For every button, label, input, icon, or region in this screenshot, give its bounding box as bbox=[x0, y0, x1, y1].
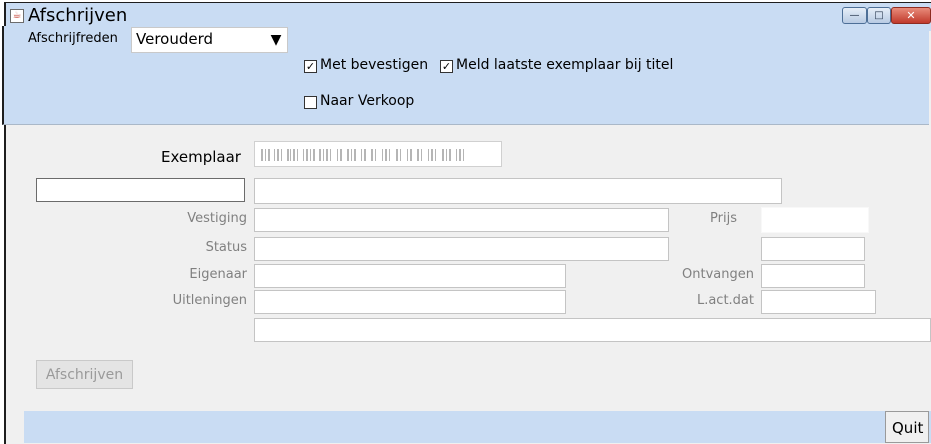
met-bevestigen-label: Met bevestigen bbox=[320, 57, 429, 73]
quit-button[interactable]: Quit bbox=[885, 411, 929, 443]
minimize-icon: — bbox=[849, 10, 860, 21]
meld-laatste-exemplaar-label: Meld laatste exemplaar bij titel bbox=[456, 57, 674, 73]
code-input[interactable] bbox=[36, 178, 245, 202]
exemplaar-label: Exemplaar bbox=[161, 148, 241, 166]
meld-laatste-exemplaar-checkbox[interactable]: ✓ bbox=[440, 60, 453, 73]
prijs-label: Prijs bbox=[710, 211, 737, 226]
window-title: Afschrijven bbox=[28, 5, 128, 26]
vestiging-label: Vestiging bbox=[187, 211, 247, 226]
naar-verkoop-label: Naar Verkoop bbox=[320, 93, 415, 109]
uitleningen-field[interactable] bbox=[254, 290, 566, 314]
barcode-icon bbox=[261, 149, 464, 161]
prijs-field[interactable] bbox=[761, 207, 869, 233]
close-icon: ✕ bbox=[906, 9, 916, 22]
lactdat-label: L.act.dat bbox=[696, 293, 754, 308]
dropdown-arrow-icon[interactable]: ▼ bbox=[265, 28, 287, 52]
minimize-button[interactable]: — bbox=[842, 7, 867, 24]
lactdat-field[interactable] bbox=[761, 290, 876, 314]
close-button[interactable]: ✕ bbox=[891, 7, 931, 24]
vestiging-field[interactable] bbox=[254, 208, 669, 232]
java-cup-icon: ☕ bbox=[10, 9, 24, 23]
maximize-icon: □ bbox=[874, 10, 884, 21]
met-bevestigen-checkbox[interactable]: ✓ bbox=[304, 60, 317, 73]
afschrijfreden-value: Verouderd bbox=[136, 30, 214, 48]
maximize-button[interactable]: □ bbox=[867, 7, 891, 24]
exemplaar-barcode-input[interactable] bbox=[254, 141, 502, 167]
afschrijven-button[interactable]: Afschrijven bbox=[36, 360, 133, 389]
title-field[interactable] bbox=[254, 178, 782, 204]
eigenaar-label: Eigenaar bbox=[189, 267, 247, 282]
bottom-bar bbox=[24, 411, 931, 443]
ontvangen-label: Ontvangen bbox=[682, 267, 754, 282]
eigenaar-field[interactable] bbox=[254, 264, 566, 288]
remarks-field[interactable] bbox=[254, 318, 931, 342]
naar-verkoop-checkbox[interactable] bbox=[304, 96, 317, 109]
status-field[interactable] bbox=[254, 237, 669, 261]
uitleningen-label: Uitleningen bbox=[172, 293, 247, 308]
afschrijfreden-select[interactable]: Verouderd ▼ bbox=[131, 27, 288, 53]
prijs-extra-field[interactable] bbox=[761, 237, 865, 261]
status-label: Status bbox=[205, 240, 247, 255]
afschrijfreden-label: Afschrijfreden bbox=[28, 31, 118, 46]
ontvangen-field[interactable] bbox=[761, 264, 865, 288]
